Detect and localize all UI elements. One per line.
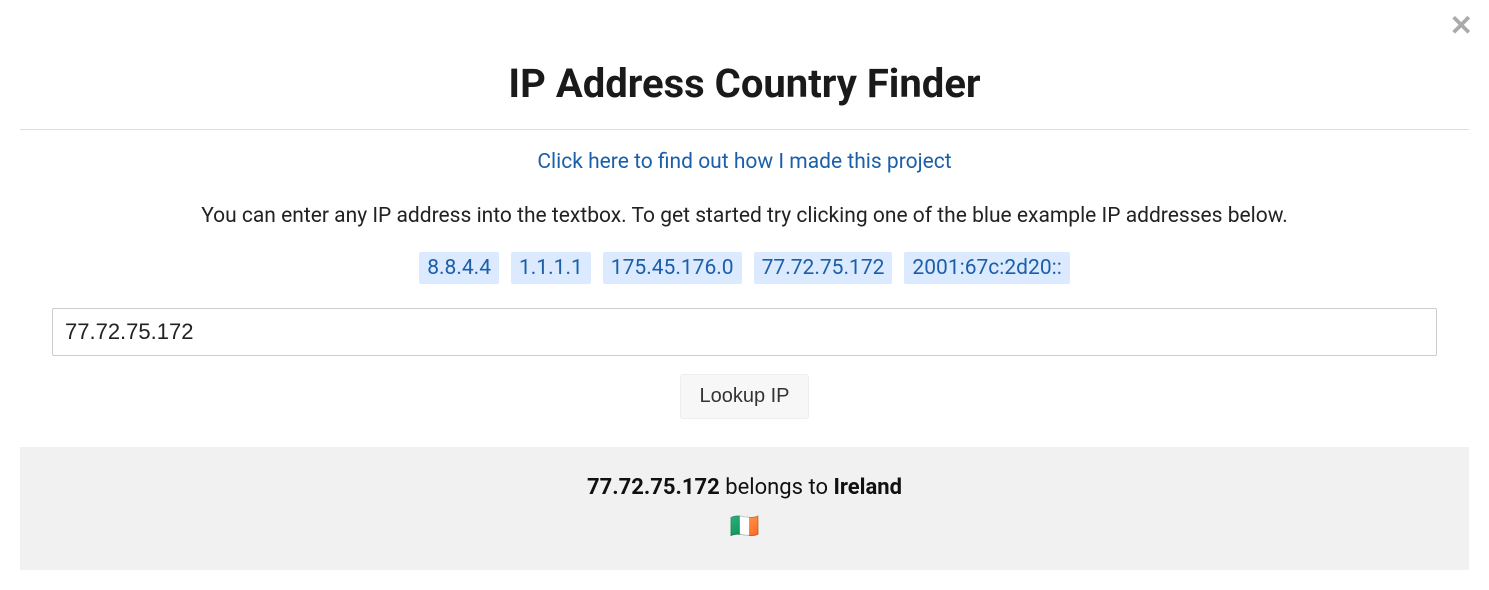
close-icon[interactable]: ✕ bbox=[1450, 12, 1473, 40]
result-country: Ireland bbox=[833, 475, 901, 500]
example-ip-chip[interactable]: 77.72.75.172 bbox=[754, 252, 893, 284]
instructions-text: You can enter any IP address into the te… bbox=[20, 204, 1469, 228]
blog-link[interactable]: Click here to find out how I made this p… bbox=[537, 150, 951, 174]
page-title: IP Address Country Finder bbox=[20, 60, 1469, 107]
example-ip-chip[interactable]: 1.1.1.1 bbox=[511, 252, 591, 284]
example-ip-chip[interactable]: 2001:67c:2d20:: bbox=[904, 252, 1069, 284]
example-ip-chip[interactable]: 8.8.4.4 bbox=[419, 252, 499, 284]
result-middle: belongs to bbox=[720, 475, 834, 500]
lookup-ip-button[interactable]: Lookup IP bbox=[680, 374, 808, 419]
ip-address-input[interactable] bbox=[52, 308, 1437, 356]
blog-link-line: Click here to find out how I made this p… bbox=[20, 150, 1469, 174]
flag-icon: 🇮🇪 bbox=[40, 512, 1449, 540]
divider bbox=[20, 129, 1469, 130]
result-ip: 77.72.75.172 bbox=[587, 475, 720, 500]
example-ip-chip[interactable]: 175.45.176.0 bbox=[603, 252, 742, 284]
result-panel: 77.72.75.172 belongs to Ireland 🇮🇪 bbox=[20, 447, 1469, 570]
example-ip-list: 8.8.4.4 1.1.1.1 175.45.176.0 77.72.75.17… bbox=[20, 252, 1469, 284]
result-text: 77.72.75.172 belongs to Ireland bbox=[40, 475, 1449, 500]
